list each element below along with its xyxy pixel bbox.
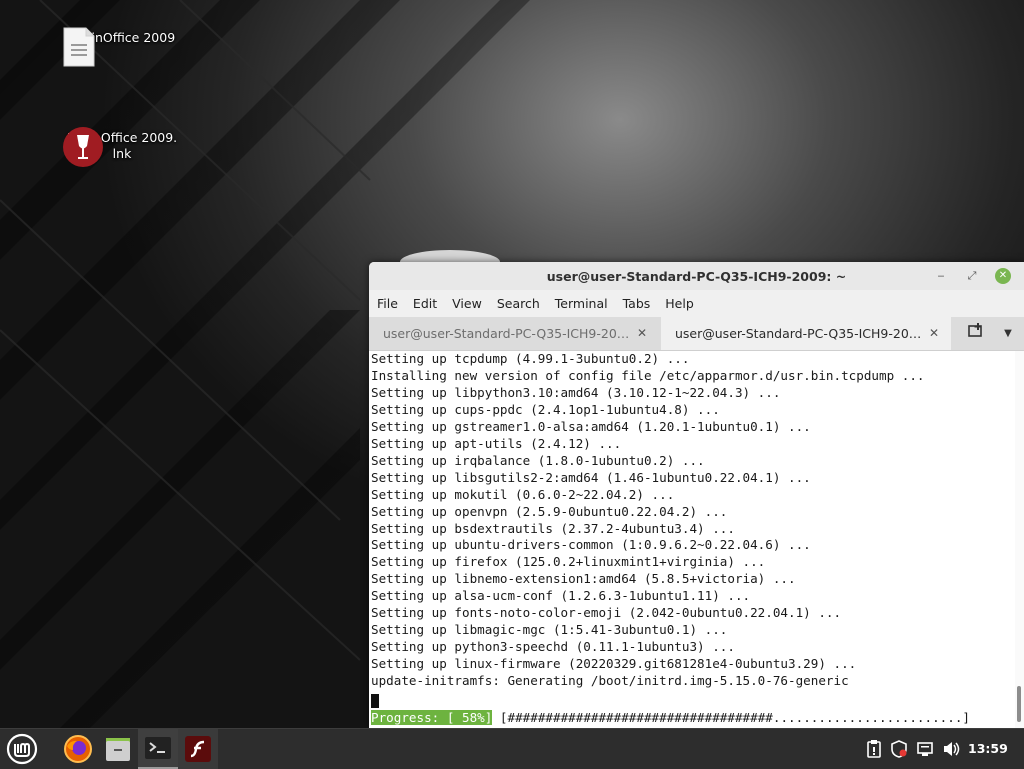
tab-close-icon[interactable]: ✕ [929,317,939,350]
tab-terminal-1[interactable]: user@user-Standard-PC-Q35-ICH9-200… ✕ [369,317,659,350]
terminal-line: Setting up ubuntu-drivers-common (1:0.9.… [371,537,811,553]
terminal-line: Setting up libmagic-mgc (1:5.41-3ubuntu0… [371,622,728,638]
terminal-line: Setting up tcpdump (4.99.1-3ubuntu0.2) .… [371,351,690,366]
new-tab-icon[interactable] [965,317,987,350]
terminal-window: user@user-Standard-PC-Q35-ICH9-2009: ~ ‒… [369,262,1024,728]
terminal-line: Setting up libnemo-extension1:amd64 (5.8… [371,571,796,587]
terminal-lines: Setting up tcpdump (4.99.1-3ubuntu0.2) .… [371,351,925,690]
minimize-button[interactable]: ‒ [934,269,948,283]
maximize-button[interactable]: ⤢ [965,269,979,283]
scrollbar-thumb[interactable] [1017,686,1021,722]
terminal-line: Setting up openvpn (2.5.9-0ubuntu0.22.04… [371,503,728,519]
flash-icon[interactable] [178,729,218,769]
close-button[interactable]: ✕ [995,268,1011,284]
terminal-line: Setting up gstreamer1.0-alsa:amd64 (1.20… [371,418,811,434]
progress-bar-text: [###################################....… [492,710,970,725]
terminal-cursor [371,694,379,708]
terminal-line: Setting up firefox (125.0.2+linuxmint1+v… [371,554,766,570]
window-title: user@user-Standard-PC-Q35-ICH9-2009: ~ [546,269,847,284]
terminal-line: Setting up fonts-noto-color-emoji (2.042… [371,605,842,621]
terminal-line: Setting up libsgutils2-2:amd64 (1.46-1ub… [371,469,811,485]
terminal-line: Setting up alsa-ucm-conf (1.2.6.3-1ubunt… [371,588,751,604]
tab-label: user@user-Standard-PC-Q35-ICH9-200… [383,326,633,341]
firefox-icon[interactable] [58,729,98,769]
tab-label: user@user-Standard-PC-Q35-ICH9-200… [675,326,925,341]
desktop-icon-kevinoffice[interactable]: KevinOffice 2009 [62,26,182,67]
taskbar: 13:59 [0,728,1024,769]
progress-line: Progress: [ 58%] [######################… [371,710,970,726]
menu-tabs[interactable]: Tabs [623,296,651,311]
tab-bar: user@user-Standard-PC-Q35-ICH9-200… ✕ us… [369,317,1024,351]
tab-terminal-2[interactable]: user@user-Standard-PC-Q35-ICH9-200… ✕ [661,317,951,350]
terminal-line: Setting up bsdextrautils (2.37.2-4ubuntu… [371,520,735,536]
terminal-line: Installing new version of config file /e… [371,367,925,383]
terminal-line: Setting up cups-ppdc (2.4.1op1-1ubuntu4.… [371,401,720,417]
terminal-line: Setting up python3-speechd (0.11.1-1ubun… [371,639,735,655]
desktop-icon-kevinoffice-lnk[interactable]: KevinOffice 2009. lnk [62,126,182,167]
menu-help[interactable]: Help [665,296,694,311]
terminal-line: Setting up libpython3.10:amd64 (3.10.12-… [371,384,781,400]
network-icon[interactable] [917,739,933,759]
update-shield-icon[interactable] [891,739,907,759]
terminal-line: update-initramfs: Generating /boot/initr… [371,673,849,689]
menu-view[interactable]: View [452,296,482,311]
menu-terminal[interactable]: Terminal [555,296,608,311]
menu-file[interactable]: File [377,296,398,311]
clipboard-icon[interactable] [866,739,882,759]
tab-close-icon[interactable]: ✕ [637,317,647,350]
terminal-line: Setting up mokutil (0.6.0-2~22.04.2) ... [371,486,675,502]
terminal-line: Setting up irqbalance (1.8.0-1ubuntu0.2)… [371,452,705,468]
clock[interactable]: 13:59 [968,741,1008,756]
window-titlebar[interactable]: user@user-Standard-PC-Q35-ICH9-2009: ~ ‒… [369,262,1024,290]
menu-edit[interactable]: Edit [413,296,437,311]
chevron-down-icon[interactable]: ▼ [999,317,1017,350]
menu-bar: File Edit View Search Terminal Tabs Help [369,290,1024,317]
terminal-line: Setting up apt-utils (2.4.12) ... [371,435,622,451]
scrollbar[interactable] [1015,351,1024,728]
menu-search[interactable]: Search [497,296,540,311]
volume-icon[interactable] [943,739,961,759]
terminal-line: Setting up linux-firmware (20220329.git6… [371,656,857,672]
mint-menu-icon[interactable] [2,729,42,769]
progress-label: Progress: [ 58%] [371,710,493,725]
terminal-icon[interactable] [138,729,178,769]
terminal-output[interactable]: Setting up tcpdump (4.99.1-3ubuntu0.2) .… [369,351,1014,728]
files-icon[interactable] [98,729,138,769]
